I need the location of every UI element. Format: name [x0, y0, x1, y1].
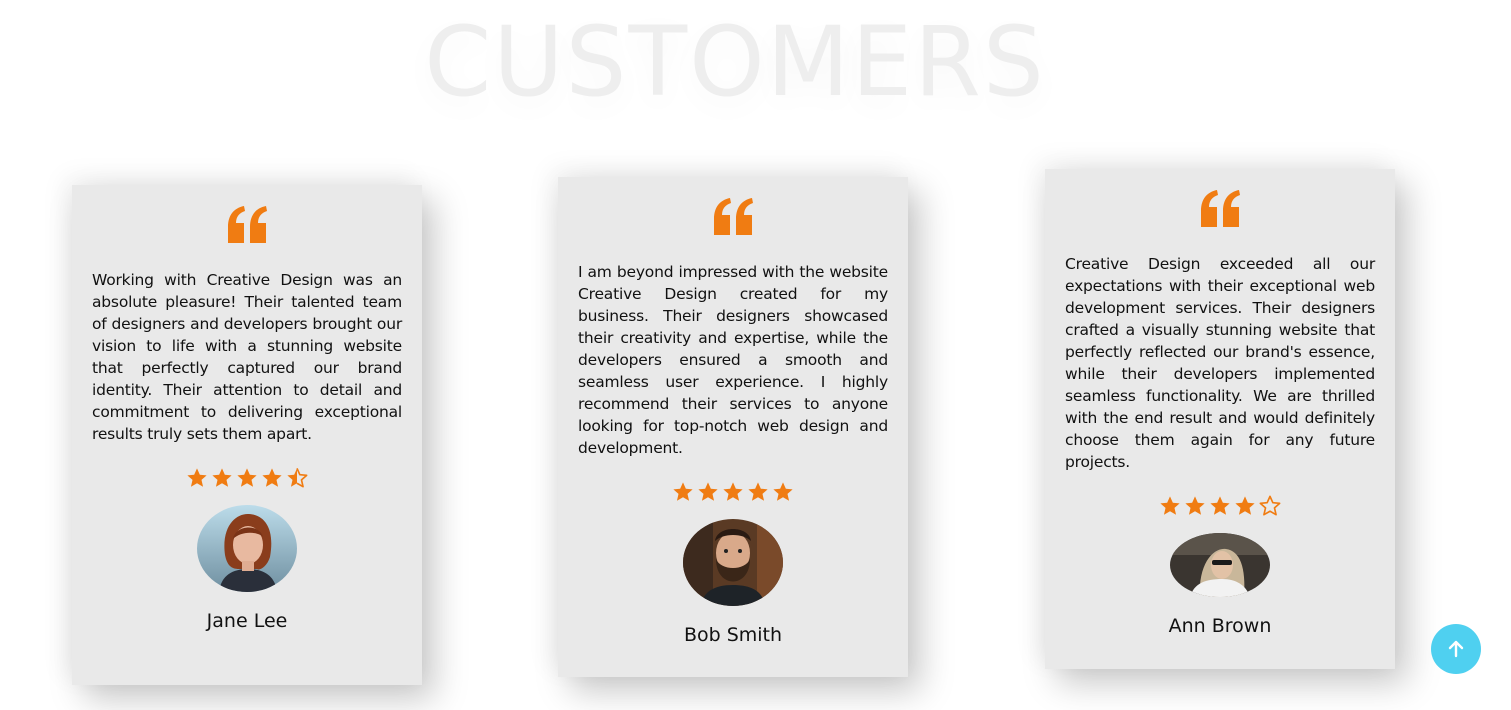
section-title: CUSTOMERS — [424, 6, 1046, 118]
arrow-up-icon — [1448, 640, 1464, 658]
quote-icon — [1201, 190, 1240, 227]
star-rating — [1065, 495, 1375, 517]
star-empty-icon — [1259, 495, 1281, 516]
woman-sunglasses-avatar-icon — [1170, 533, 1270, 597]
star-full-icon — [212, 468, 232, 487]
avatar — [1170, 533, 1270, 597]
star-full-icon — [262, 468, 282, 487]
star-rating — [92, 467, 402, 489]
star-full-icon — [237, 468, 257, 487]
customer-name: Bob Smith — [683, 624, 783, 646]
star-full-icon — [773, 482, 793, 501]
testimonial-text: Creative Design exceeded all our expecta… — [1065, 255, 1375, 471]
star-full-icon — [1210, 496, 1230, 515]
quote-icon — [228, 206, 267, 243]
testimonial-card: Creative Design exceeded all our expecta… — [1045, 169, 1395, 669]
testimonial-card: I am beyond impressed with the website C… — [558, 177, 908, 677]
avatar — [197, 505, 297, 592]
testimonial-text: Working with Creative Design was an abso… — [92, 271, 402, 443]
testimonial-text: I am beyond impressed with the website C… — [578, 263, 888, 457]
star-full-icon — [723, 482, 743, 501]
avatar — [683, 519, 783, 606]
testimonial-card: Working with Creative Design was an abso… — [72, 185, 422, 685]
star-full-icon — [187, 468, 207, 487]
star-full-icon — [698, 482, 718, 501]
quote-icon — [714, 198, 753, 235]
star-full-icon — [748, 482, 768, 501]
woman-red-hair-avatar-icon — [197, 505, 297, 592]
star-full-icon — [673, 482, 693, 501]
customer-name: Ann Brown — [1168, 615, 1272, 637]
bearded-man-avatar-icon — [683, 519, 783, 606]
customer-name: Jane Lee — [206, 610, 288, 632]
scroll-to-top-button[interactable] — [1431, 624, 1481, 674]
star-full-icon — [1235, 496, 1255, 515]
star-half-icon — [287, 468, 308, 488]
star-rating — [578, 481, 888, 503]
star-full-icon — [1160, 496, 1180, 515]
star-full-icon — [1185, 496, 1205, 515]
